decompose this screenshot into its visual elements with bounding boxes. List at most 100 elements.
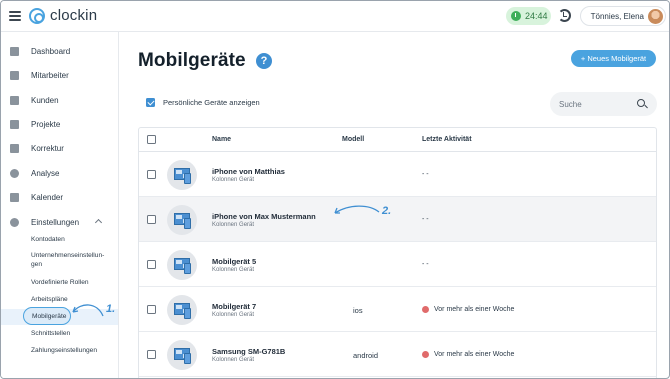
subnav-interfaces[interactable]: Schnittstellen [31,330,70,337]
sidebar-item-dashboard[interactable]: Dashboard [1,42,119,60]
device-icon [167,205,197,235]
sidebar-item-label: Korrektur [31,143,64,153]
row-checkbox[interactable] [147,215,156,224]
devices-table: Name Modell Letzte Aktivität iPhone von … [138,127,657,378]
search-placeholder: Suche [559,99,582,109]
device-activity-cell: Vor mehr als einer Woche [422,351,514,358]
new-device-button[interactable]: + Neues Mobilgerät [571,50,656,67]
sidebar-item-label: Dashboard [31,46,71,56]
subnav-work-plans[interactable]: Arbeitspläne [31,296,68,303]
device-name: Mobilgerät 7 [212,302,257,311]
sidebar-item-label: Kunden [31,95,59,105]
status-dot [422,306,429,313]
column-header-name[interactable]: Name [212,136,231,143]
status-dot [422,351,429,358]
row-checkbox[interactable] [147,260,156,269]
column-header-model[interactable]: Modell [342,136,364,143]
sidebar-item-analysis[interactable]: Analyse [1,164,119,182]
device-icon [167,250,197,280]
device-activity: Vor mehr als einer Woche [434,306,515,313]
subnav-company-settings-cont[interactable]: gen [31,261,42,268]
search-input[interactable]: Suche [550,92,657,116]
page-title: Mobilgeräte [138,50,246,71]
device-type: Kolonnen Gerät [212,357,255,363]
sidebar-item-corrections[interactable]: Korrektur [1,139,119,157]
sidebar-item-label: Kalender [31,192,64,202]
sidebar-item-employees[interactable]: Mitarbeiter [1,66,119,84]
timer-value: 24:44 [525,11,548,21]
device-icon [167,160,197,190]
annotation-step-2: 2. [382,205,392,217]
clock-icon [511,11,521,21]
row-checkbox[interactable] [147,170,156,179]
table-row[interactable]: Samsung SM-G781B Kolonnen Gerät android … [139,332,656,377]
calendar-icon [10,193,19,202]
device-name: iPhone von Max Mustermann [212,212,316,221]
projects-icon [10,120,19,129]
sidebar-item-customers[interactable]: Kunden [1,91,119,109]
device-activity: Vor mehr als einer Woche [434,351,515,358]
table-row[interactable]: iPhone von Matthias Kolonnen Gerät - - [139,152,656,197]
personal-devices-toggle[interactable]: Persönliche Geräte anzeigen [146,98,260,107]
column-header-last-activity[interactable]: Letzte Aktivität [422,136,472,143]
table-row[interactable]: Mobilgerät 5 Kolonnen Gerät - - [139,242,656,287]
analysis-icon [10,169,19,178]
device-icon [167,295,197,325]
clockin-logo-icon [29,7,45,24]
people-icon [10,71,19,80]
device-activity-cell: Vor mehr als einer Woche [422,306,514,313]
avatar [648,8,663,24]
subnav-account-data[interactable]: Kontodaten [31,236,65,243]
subnav-payment-settings[interactable]: Zahlungseinstellungen [31,347,97,354]
gear-icon [10,218,19,227]
table-row[interactable]: Mobilgerät 7 Kolonnen Gerät ios Vor mehr… [139,287,656,332]
device-type: Kolonnen Gerät [212,267,255,273]
chevron-up-icon[interactable] [94,218,103,227]
device-activity: - - [422,261,429,268]
user-menu[interactable]: Tönnies, Elena [580,6,666,26]
device-type: Kolonnen Gerät [212,222,255,228]
device-icon [167,340,197,370]
row-checkbox[interactable] [147,305,156,314]
logo-text: clockin [50,7,98,24]
main-content: Mobilgeräte ? + Neues Mobilgerät Persönl… [120,32,669,378]
device-type: Kolonnen Gerät [212,312,255,318]
subnav-company-settings[interactable]: Unternehmenseinstellun- [31,252,104,259]
personal-devices-checkbox[interactable] [146,98,155,107]
sidebar-item-settings[interactable]: Einstellungen [1,213,119,231]
timer-badge[interactable]: 24:44 [506,7,551,25]
annotation-step-1: 1. [106,303,116,315]
sidebar-item-projects[interactable]: Projekte [1,115,119,133]
personal-devices-label: Persönliche Geräte anzeigen [163,98,260,107]
user-name: Tönnies, Elena [590,11,644,21]
device-model: android [353,351,379,360]
sidebar-item-label: Analyse [31,168,60,178]
sidebar: Dashboard Mitarbeiter Kunden Projekte Ko… [1,32,119,378]
logo[interactable]: clockin [29,7,97,24]
device-model: ios [353,306,363,315]
sidebar-item-label: Mitarbeiter [31,70,69,80]
device-activity: - - [422,216,429,223]
subnav-mobile-devices[interactable]: Mobilgeräte [32,313,66,320]
dashboard-icon [10,47,19,56]
annotation-arrow-2 [334,205,380,214]
select-all-checkbox[interactable] [147,135,156,144]
sidebar-item-label: Einstellungen [31,217,80,227]
history-icon[interactable] [558,9,571,22]
table-header: Name Modell Letzte Aktivität [139,128,656,152]
row-checkbox[interactable] [147,350,156,359]
table-row[interactable]: iPhone von Max Mustermann Kolonnen Gerät… [139,197,656,242]
annotation-arrow-1 [72,304,104,317]
sidebar-item-calendar[interactable]: Kalender [1,188,119,206]
device-activity: - - [422,171,429,178]
search-icon[interactable] [637,99,645,107]
top-bar: clockin 24:44 Tönnies, Elena [1,1,669,32]
calendar-edit-icon [10,144,19,153]
handshake-icon [10,96,19,105]
device-name: Mobilgerät 5 [212,257,257,266]
menu-icon[interactable] [9,11,21,21]
app-window: clockin 24:44 Tönnies, Elena Dashboard M… [0,0,670,379]
subnav-predefined-roles[interactable]: Vordefinierte Rollen [31,279,89,286]
device-name: iPhone von Matthias [212,167,285,176]
help-icon[interactable]: ? [256,53,272,69]
